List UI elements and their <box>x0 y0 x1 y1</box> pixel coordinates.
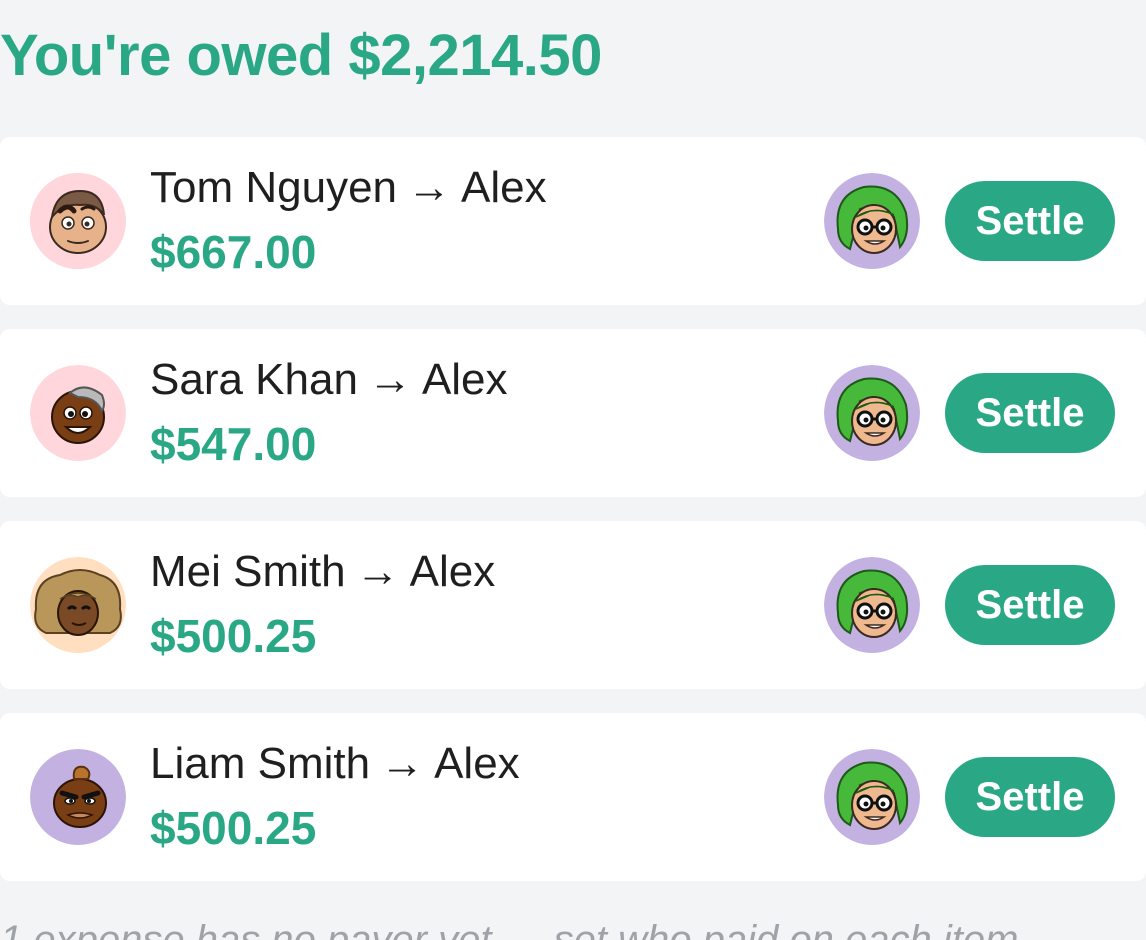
alex-avatar-icon <box>824 749 920 845</box>
debtor-name: Sara Khan <box>150 355 358 404</box>
settle-button[interactable]: Settle <box>945 757 1115 837</box>
settlement-row: Liam Smith → Alex $500.25 Settle <box>0 713 1146 881</box>
creditor-name: Alex <box>461 163 547 212</box>
settle-up-page: You're owed $2,214.50 Tom Nguyen → Alex $6… <box>0 0 1146 940</box>
debtor-name: Tom Nguyen <box>150 163 398 212</box>
alex-avatar-icon <box>824 173 920 269</box>
liam-avatar-icon <box>30 749 126 845</box>
settle-button[interactable]: Settle <box>945 565 1115 645</box>
creditor-name: Alex <box>421 355 508 404</box>
debt-amount: $547.00 <box>150 418 317 470</box>
debt-direction: Liam Smith → Alex <box>150 739 520 789</box>
arrow-icon: → <box>367 355 412 404</box>
alex-avatar-icon <box>824 365 920 461</box>
debt-amount: $500.25 <box>150 802 317 854</box>
debt-direction: Mei Smith → Alex <box>150 547 495 597</box>
settle-button[interactable]: Settle <box>945 373 1115 453</box>
creditor-name: Alex <box>434 739 520 788</box>
amount-owed-summary: You're owed $2,214.50 <box>0 23 602 88</box>
debtor-name: Mei Smith <box>150 547 346 596</box>
tom-avatar-icon <box>30 173 126 269</box>
arrow-icon: → <box>380 739 425 788</box>
debt-amount: $667.00 <box>150 226 317 278</box>
settlement-row: Sara Khan → Alex $547.00 Settle <box>0 329 1146 497</box>
arrow-icon: → <box>355 547 400 596</box>
debt-direction: Sara Khan → Alex <box>150 355 508 405</box>
debtor-name: Liam Smith <box>150 739 371 788</box>
unpaid-expense-note: 1 expense has no payer yet — set who pai… <box>0 918 1019 940</box>
debt-amount: $500.25 <box>150 610 317 662</box>
arrow-icon: → <box>407 163 452 212</box>
settlement-row: Mei Smith → Alex $500.25 Settle <box>0 521 1146 689</box>
sara-avatar-icon <box>30 365 126 461</box>
mei-avatar-icon <box>30 557 126 653</box>
debt-direction: Tom Nguyen → Alex <box>150 163 547 213</box>
settlement-row: Tom Nguyen → Alex $667.00 Settle <box>0 137 1146 305</box>
settle-button[interactable]: Settle <box>945 181 1115 261</box>
creditor-name: Alex <box>409 547 496 596</box>
alex-avatar-icon <box>824 557 920 653</box>
